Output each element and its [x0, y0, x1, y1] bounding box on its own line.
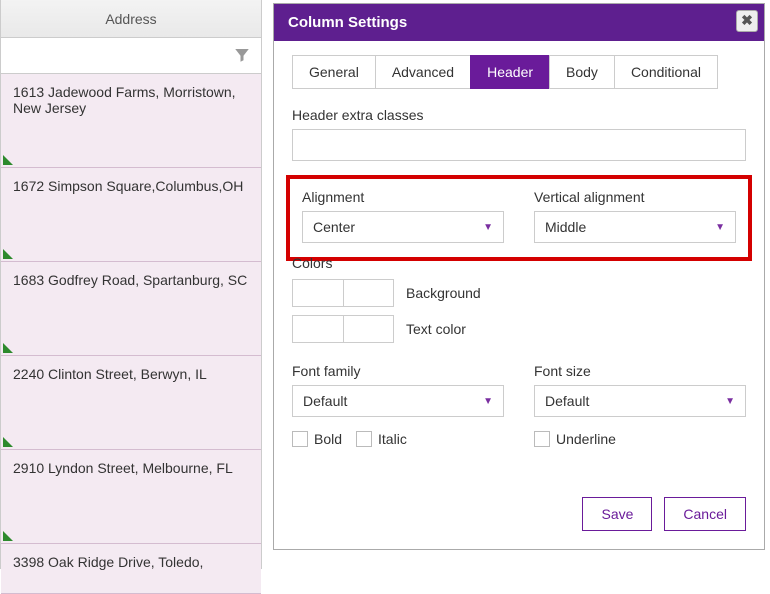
tab-body[interactable]: Body [549, 55, 615, 89]
vertical-alignment-select[interactable]: Middle ▼ [534, 211, 736, 243]
checkbox-icon [534, 431, 550, 447]
cell-text: 2240 Clinton Street, Berwyn, IL [13, 366, 207, 382]
background-color-picker[interactable] [292, 279, 394, 307]
table-cell[interactable]: 3398 Oak Ridge Drive, Toledo, [1, 544, 261, 594]
column-filter-row[interactable] [1, 38, 261, 74]
vertical-alignment-value: Middle [545, 219, 586, 235]
italic-label: Italic [378, 431, 407, 447]
tabs: General Advanced Header Body Conditional [292, 55, 746, 89]
cell-marker-icon [3, 531, 13, 541]
header-extra-classes-input[interactable] [292, 129, 746, 161]
bold-checkbox[interactable]: Bold [292, 431, 342, 447]
text-color-picker[interactable] [292, 315, 394, 343]
cell-text: 1672 Simpson Square,Columbus,OH [13, 178, 243, 194]
address-column: Address 1613 Jadewood Farms, Morristown,… [0, 0, 262, 569]
background-label: Background [406, 285, 481, 301]
italic-checkbox[interactable]: Italic [356, 431, 407, 447]
chevron-down-icon: ▼ [715, 222, 725, 233]
colors-label: Colors [292, 255, 746, 271]
header-extra-classes-label: Header extra classes [292, 107, 746, 123]
cell-marker-icon [3, 343, 13, 353]
tab-header[interactable]: Header [470, 55, 550, 89]
cell-marker-icon [3, 249, 13, 259]
cell-marker-icon [3, 437, 13, 447]
colors-section: Colors Background Text color [292, 255, 746, 343]
tab-advanced[interactable]: Advanced [375, 55, 471, 89]
font-family-select[interactable]: Default ▼ [292, 385, 504, 417]
table-cell[interactable]: 1613 Jadewood Farms, Morristown, New Jer… [1, 74, 261, 168]
dialog-body: General Advanced Header Body Conditional… [274, 41, 764, 549]
column-cells: 1613 Jadewood Farms, Morristown, New Jer… [1, 74, 261, 594]
text-color-label: Text color [406, 321, 466, 337]
checkbox-icon [356, 431, 372, 447]
cell-text: 1683 Godfrey Road, Spartanburg, SC [13, 272, 247, 288]
cancel-button[interactable]: Cancel [664, 497, 746, 531]
table-cell[interactable]: 2910 Lyndon Street, Melbourne, FL [1, 450, 261, 544]
font-family-label: Font family [292, 363, 504, 379]
vertical-alignment-label: Vertical alignment [534, 189, 736, 205]
font-size-value: Default [545, 393, 589, 409]
alignment-value: Center [313, 219, 355, 235]
cell-marker-icon [3, 155, 13, 165]
table-cell[interactable]: 1683 Godfrey Road, Spartanburg, SC [1, 262, 261, 356]
cell-text: 2910 Lyndon Street, Melbourne, FL [13, 460, 233, 476]
alignment-highlight-box: Alignment Center ▼ Vertical alignment Mi… [286, 175, 752, 261]
tab-general[interactable]: General [292, 55, 376, 89]
alignment-label: Alignment [302, 189, 504, 205]
dialog-title-text: Column Settings [288, 14, 407, 31]
close-button[interactable]: ✖ [736, 10, 758, 32]
dialog-title: Column Settings ✖ [274, 4, 764, 41]
chevron-down-icon: ▼ [483, 222, 493, 233]
close-icon: ✖ [741, 12, 753, 28]
column-settings-dialog: Column Settings ✖ General Advanced Heade… [273, 3, 765, 550]
underline-label: Underline [556, 431, 616, 447]
alignment-select[interactable]: Center ▼ [302, 211, 504, 243]
column-header[interactable]: Address [1, 0, 261, 38]
table-cell[interactable]: 1672 Simpson Square,Columbus,OH [1, 168, 261, 262]
tab-conditional[interactable]: Conditional [614, 55, 718, 89]
chevron-down-icon: ▼ [483, 396, 493, 407]
bold-label: Bold [314, 431, 342, 447]
table-cell[interactable]: 2240 Clinton Street, Berwyn, IL [1, 356, 261, 450]
checkbox-icon [292, 431, 308, 447]
cell-text: 3398 Oak Ridge Drive, Toledo, [13, 554, 203, 570]
font-size-label: Font size [534, 363, 746, 379]
font-family-value: Default [303, 393, 347, 409]
filter-icon[interactable] [233, 46, 251, 64]
font-size-select[interactable]: Default ▼ [534, 385, 746, 417]
save-button[interactable]: Save [582, 497, 652, 531]
cell-text: 1613 Jadewood Farms, Morristown, New Jer… [13, 84, 236, 116]
underline-checkbox[interactable]: Underline [534, 431, 616, 447]
chevron-down-icon: ▼ [725, 396, 735, 407]
